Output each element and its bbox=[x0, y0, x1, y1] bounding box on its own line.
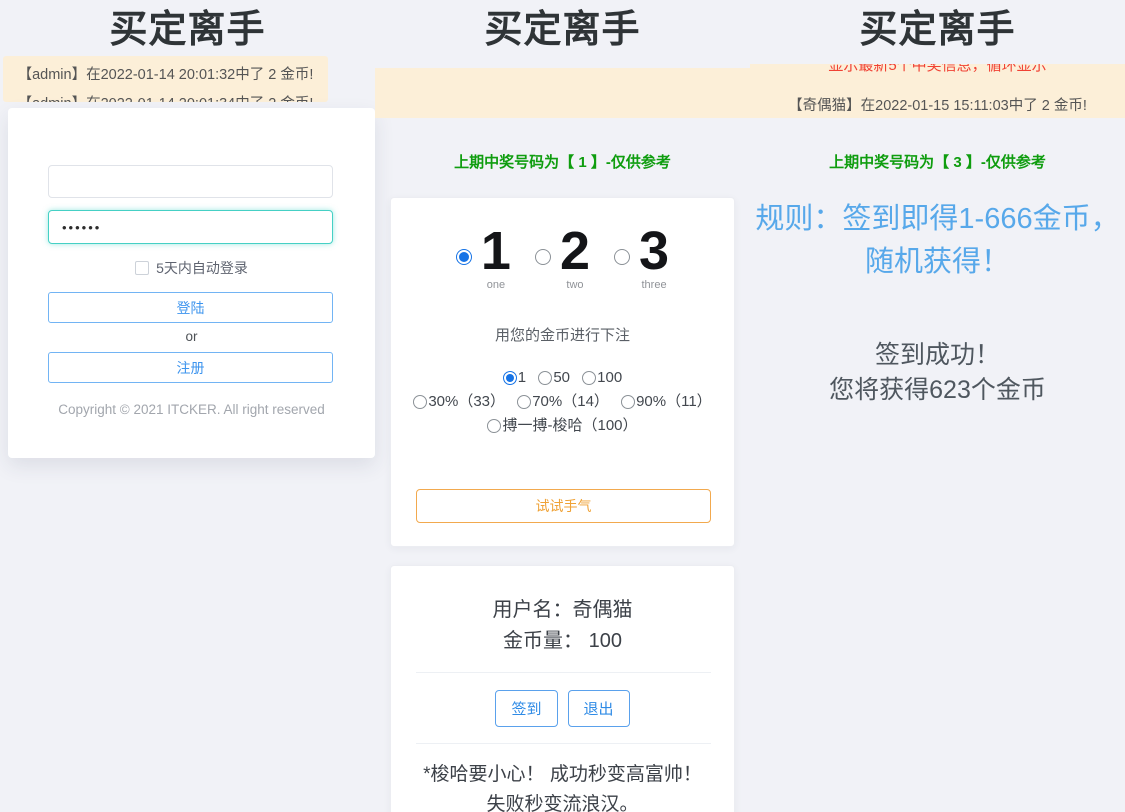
remember-checkbox[interactable] bbox=[135, 261, 149, 275]
logout-button[interactable]: 退出 bbox=[568, 690, 630, 727]
amount-option-50[interactable]: 50 bbox=[538, 369, 570, 386]
percent-option-30[interactable]: 30%（33） bbox=[413, 393, 505, 410]
login-button[interactable]: 登陆 bbox=[48, 292, 333, 323]
bet-options: 1 50 100 30%（33） 70%（14） 90%（11） 搏一搏-梭哈（… bbox=[391, 366, 734, 438]
app-canvas: 买定离手 【admin】在2022-01-14 20:01:32中了 2 金币!… bbox=[0, 0, 1125, 812]
checkin-result-line-1: 签到成功！ bbox=[750, 338, 1125, 373]
percent-radio-90[interactable] bbox=[621, 395, 635, 409]
percent-radio-30[interactable] bbox=[413, 395, 427, 409]
checkin-button[interactable]: 签到 bbox=[495, 690, 557, 727]
percent-option-70[interactable]: 70%（14） bbox=[517, 393, 609, 410]
rule-line-1: 规则：签到即得1-666金币， bbox=[750, 198, 1125, 241]
remember-label: 5天内自动登录 bbox=[156, 258, 248, 278]
allin-radio[interactable] bbox=[487, 419, 501, 433]
number-radio-2[interactable] bbox=[535, 249, 551, 265]
percent-option-90[interactable]: 90%（11） bbox=[621, 393, 712, 410]
winner-message-clipped-wrap: 【admin】在2022-01-14 20:01:34中了 2 金币! bbox=[3, 94, 328, 102]
number-choice-1: 1 one bbox=[456, 223, 511, 291]
allin-option[interactable]: 搏一搏-梭哈（100） bbox=[487, 417, 637, 434]
marquee-clipped-wrap: 显示最新5个中奖信息，循环显示 bbox=[750, 64, 1125, 77]
copyright-text: Copyright © 2021 ITCKER. All right reser… bbox=[8, 402, 375, 417]
warning-line-2: 失败秒变流浪汉。 bbox=[391, 792, 734, 812]
bet-percent-row: 30%（33） 70%（14） 90%（11） bbox=[391, 390, 734, 414]
checkin-result: 签到成功！ 您将获得623个金币 bbox=[750, 338, 1125, 408]
rule-line-2: 随机获得！ bbox=[750, 241, 1125, 284]
last-draw-info: 上期中奖号码为【 3 】-仅供参考 bbox=[750, 151, 1125, 172]
winner-notice-bar: 显示最新5个中奖信息，循环显示 【奇偶猫】在2022-01-15 15:11:0… bbox=[750, 64, 1125, 118]
try-luck-button[interactable]: 试试手气 bbox=[416, 489, 711, 523]
bet-instruction: 用您的金币进行下注 bbox=[391, 324, 734, 345]
number-radio-1[interactable] bbox=[456, 249, 472, 265]
winner-message: 【admin】在2022-01-14 20:01:32中了 2 金币! bbox=[3, 65, 328, 85]
amount-radio-100[interactable] bbox=[582, 371, 596, 385]
divider bbox=[416, 743, 711, 744]
amount-radio-50[interactable] bbox=[538, 371, 552, 385]
number-digit-3: 3 bbox=[639, 221, 669, 281]
winner-notice-bar-empty bbox=[375, 68, 750, 118]
or-separator: or bbox=[8, 329, 375, 344]
amount-radio-1[interactable] bbox=[503, 371, 517, 385]
number-digit-2: 2 bbox=[560, 221, 590, 281]
winner-message: 【奇偶猫】在2022-01-15 15:11:03中了 2 金币! bbox=[750, 96, 1125, 116]
panel-login: 买定离手 【admin】在2022-01-14 20:01:32中了 2 金币!… bbox=[0, 0, 375, 812]
number-choice-2: 2 two bbox=[535, 223, 590, 291]
password-input[interactable] bbox=[48, 210, 333, 244]
page-title: 买定离手 bbox=[375, 0, 750, 54]
login-card: 5天内自动登录 登陆 or 注册 Copyright © 2021 ITCKER… bbox=[8, 108, 375, 458]
warning-line-1: *梭哈要小心！ 成功秒变高富帅！ bbox=[391, 762, 734, 788]
panel-checkin: 买定离手 显示最新5个中奖信息，循环显示 【奇偶猫】在2022-01-15 15… bbox=[750, 0, 1125, 812]
bet-amount-row: 1 50 100 bbox=[391, 366, 734, 390]
rule-text: 规则：签到即得1-666金币， 随机获得！ bbox=[750, 198, 1125, 284]
amount-option-1[interactable]: 1 bbox=[503, 369, 526, 386]
number-digit-1: 1 bbox=[481, 221, 511, 281]
amount-option-100[interactable]: 100 bbox=[582, 369, 622, 386]
number-choice-3: 3 three bbox=[614, 223, 669, 291]
username-line: 用户名：奇偶猫 bbox=[391, 597, 734, 623]
page-title: 买定离手 bbox=[0, 0, 375, 54]
bet-allin-row: 搏一搏-梭哈（100） bbox=[391, 414, 734, 438]
page-title: 买定离手 bbox=[750, 0, 1125, 54]
number-choices: 1 one 2 two 3 three bbox=[391, 223, 734, 291]
winner-notice-bar: 【admin】在2022-01-14 20:01:32中了 2 金币! 【adm… bbox=[3, 56, 328, 102]
username-input[interactable] bbox=[48, 165, 333, 198]
remember-row: 5天内自动登录 bbox=[8, 258, 375, 278]
user-actions: 签到 退出 bbox=[391, 690, 734, 727]
percent-radio-70[interactable] bbox=[517, 395, 531, 409]
panel-betting: 买定离手 上期中奖号码为【 1 】-仅供参考 1 one 2 two bbox=[375, 0, 750, 812]
coins-line: 金币量： 100 bbox=[391, 628, 734, 654]
number-caption-3: three bbox=[639, 279, 669, 291]
bet-card: 1 one 2 two 3 three bbox=[390, 197, 735, 547]
marquee-text: 显示最新5个中奖信息，循环显示 bbox=[750, 64, 1125, 76]
winner-message-clipped: 【admin】在2022-01-14 20:01:34中了 2 金币! bbox=[3, 94, 328, 102]
number-radio-3[interactable] bbox=[614, 249, 630, 265]
checkin-result-line-2: 您将获得623个金币 bbox=[750, 373, 1125, 408]
user-card: 用户名：奇偶猫 金币量： 100 签到 退出 *梭哈要小心！ 成功秒变高富帅！ … bbox=[390, 565, 735, 812]
register-button[interactable]: 注册 bbox=[48, 352, 333, 383]
last-draw-info: 上期中奖号码为【 1 】-仅供参考 bbox=[375, 151, 750, 172]
divider bbox=[416, 672, 711, 673]
